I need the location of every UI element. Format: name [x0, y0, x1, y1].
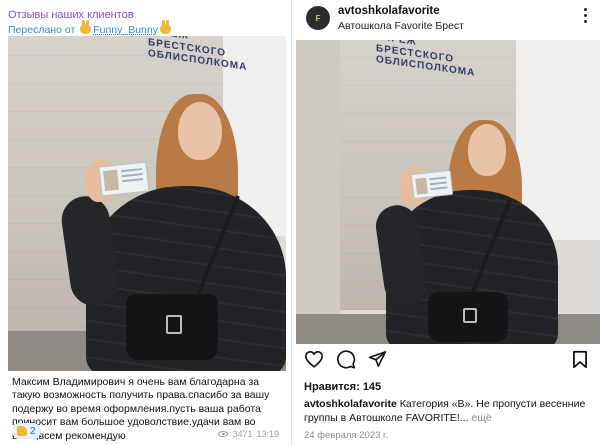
- face: [468, 124, 506, 176]
- post-date: 24 февраля 2023 г.: [304, 430, 388, 441]
- likes-label: Нравится:: [304, 381, 360, 393]
- avatar[interactable]: F: [306, 6, 330, 30]
- chat-title[interactable]: Отзывы наших клиентов: [8, 8, 173, 22]
- forwarded-from[interactable]: Переслано от Funny_Bunny: [8, 20, 173, 37]
- heart-icon[interactable]: [304, 350, 324, 373]
- forwarded-sender-name[interactable]: Funny_Bunny: [93, 24, 158, 36]
- eye-icon: [218, 431, 229, 437]
- handbag: [126, 294, 218, 360]
- post-caption: avtoshkolafavorite Категория «В». Не про…: [304, 397, 596, 425]
- more-options-icon[interactable]: [584, 8, 588, 24]
- view-count: 3471: [232, 429, 253, 439]
- message-time: 13:19: [256, 429, 279, 439]
- face: [178, 102, 222, 160]
- message-header: Отзывы наших клиентов Переслано от Funny…: [8, 8, 173, 37]
- message-photo[interactable]: УЧРЕЖ БРЕСТСКОГО ОБЛИСПОЛКОМА: [8, 36, 286, 371]
- thumbs-up-icon: [17, 426, 27, 436]
- driver-license-card: [410, 169, 454, 200]
- message-meta: 3471 13:19: [218, 429, 279, 439]
- comment-icon[interactable]: [336, 350, 356, 374]
- telegram-message-card: Отзывы наших клиентов Переслано от Funny…: [0, 0, 292, 445]
- caption-more-link[interactable]: ещё: [471, 412, 491, 424]
- post-action-bar: [304, 350, 594, 372]
- handbag: [428, 292, 508, 342]
- post-username[interactable]: avtoshkolafavorite: [338, 5, 440, 17]
- forwarded-prefix: Переслано от: [8, 24, 76, 36]
- likes-count[interactable]: Нравится: 145: [304, 381, 381, 393]
- reaction-count: 2: [30, 425, 36, 437]
- photo-scene: УЧРЕЖ БРЕСТСКОГО ОБЛИСПОЛКОМА: [296, 40, 600, 344]
- caption-username[interactable]: avtoshkolafavorite: [304, 398, 397, 410]
- likes-number: 145: [362, 381, 382, 393]
- driver-license-card: [98, 161, 150, 197]
- reaction-chip[interactable]: 2: [12, 423, 41, 439]
- share-icon[interactable]: [368, 350, 387, 373]
- bunny-emoji-icon: [159, 20, 171, 34]
- avatar-logo: F: [315, 13, 321, 23]
- pillar: [296, 40, 340, 344]
- post-photo[interactable]: УЧРЕЖ БРЕСТСКОГО ОБЛИСПОЛКОМА: [296, 40, 600, 344]
- bookmark-icon[interactable]: [572, 350, 588, 374]
- photo-scene: УЧРЕЖ БРЕСТСКОГО ОБЛИСПОЛКОМА: [8, 36, 286, 371]
- bunny-emoji-icon: [80, 20, 92, 34]
- post-location[interactable]: Автошкола Favorite Брест: [338, 20, 464, 32]
